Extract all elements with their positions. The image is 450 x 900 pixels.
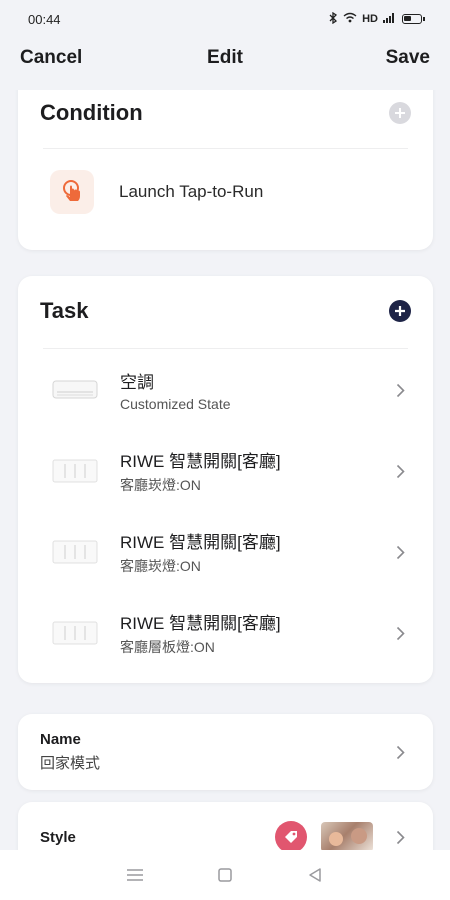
name-value: 回家模式 (40, 755, 101, 772)
chevron-right-icon (389, 626, 411, 641)
task-text: RIWE 智慧開關[客廳] 客廳層板燈:ON (120, 609, 389, 657)
chevron-right-icon (389, 464, 411, 479)
condition-card: Condition Launch Tap-to-Run (18, 90, 433, 250)
style-row[interactable]: Style (40, 802, 411, 850)
style-background-image (321, 822, 373, 850)
task-text: RIWE 智慧開關[客廳] 客廳崁燈:ON (120, 528, 389, 576)
save-button[interactable]: Save (386, 47, 430, 69)
task-title: Task (40, 298, 89, 323)
task-device-state: 客廳崁燈:ON (120, 477, 201, 493)
tag-icon (275, 821, 307, 850)
task-device-state: 客廳崁燈:ON (120, 558, 201, 574)
wifi-icon (343, 12, 357, 26)
home-square-icon[interactable] (205, 855, 245, 895)
air-conditioner-icon (50, 368, 100, 412)
scroll-content[interactable]: Condition Launch Tap-to-Run Task 空調 Cust… (0, 90, 450, 850)
tap-hand-icon (50, 170, 94, 214)
smart-switch-icon (50, 530, 100, 574)
name-card[interactable]: Name 回家模式 (18, 714, 433, 790)
top-nav-bar: Cancel Edit Save (0, 38, 450, 78)
add-condition-button[interactable] (389, 102, 411, 124)
task-item-smart-switch-2[interactable]: RIWE 智慧開關[客廳] 客廳崁燈:ON (50, 520, 411, 584)
smart-switch-icon (50, 449, 100, 493)
task-device-state: Customized State (120, 396, 231, 412)
chevron-right-icon (389, 830, 411, 845)
menu-icon[interactable] (115, 855, 155, 895)
task-card: Task 空調 Customized State RIWE 智慧開關[客廳] 客… (18, 276, 433, 683)
name-row[interactable]: Name 回家模式 (40, 714, 411, 790)
task-item-smart-switch-3[interactable]: RIWE 智慧開關[客廳] 客廳層板燈:ON (50, 601, 411, 665)
condition-header: Condition (40, 96, 411, 130)
condition-title: Condition (40, 100, 143, 125)
back-triangle-icon[interactable] (295, 855, 335, 895)
signal-icon (383, 12, 395, 26)
task-text: 空調 Customized State (120, 368, 389, 412)
task-device-state: 客廳層板燈:ON (120, 639, 215, 655)
bluetooth-icon (329, 11, 338, 27)
chevron-right-icon (389, 383, 411, 398)
add-task-button[interactable] (389, 300, 411, 322)
status-time: 00:44 (28, 11, 61, 27)
task-item-smart-switch-1[interactable]: RIWE 智慧開關[客廳] 客廳崁燈:ON (50, 439, 411, 503)
cancel-button[interactable]: Cancel (20, 47, 82, 69)
task-device-name: RIWE 智慧開關[客廳] (120, 533, 281, 552)
battery-icon (402, 14, 425, 24)
status-icons: HD (329, 11, 425, 27)
name-label: Name (40, 731, 81, 748)
system-nav-bar (0, 850, 450, 900)
task-divider (43, 348, 408, 349)
task-device-name: RIWE 智慧開關[客廳] (120, 614, 281, 633)
network-type: HD (362, 13, 378, 25)
condition-label: Launch Tap-to-Run (119, 182, 264, 201)
plus-icon (395, 306, 405, 316)
status-bar: 00:44 HD (0, 0, 450, 38)
plus-icon (395, 108, 405, 118)
task-header: Task (40, 294, 411, 328)
style-card[interactable]: Style (18, 802, 433, 850)
condition-divider (43, 148, 408, 149)
smart-switch-icon (50, 611, 100, 655)
condition-item[interactable]: Launch Tap-to-Run (50, 169, 411, 215)
chevron-right-icon (389, 745, 411, 760)
task-item-air-conditioner[interactable]: 空調 Customized State (50, 358, 411, 422)
task-text: RIWE 智慧開關[客廳] 客廳崁燈:ON (120, 447, 389, 495)
task-device-name: RIWE 智慧開關[客廳] (120, 452, 281, 471)
name-text: Name 回家模式 (40, 731, 389, 773)
task-device-name: 空調 (120, 373, 154, 392)
style-label: Style (40, 828, 76, 846)
chevron-right-icon (389, 545, 411, 560)
